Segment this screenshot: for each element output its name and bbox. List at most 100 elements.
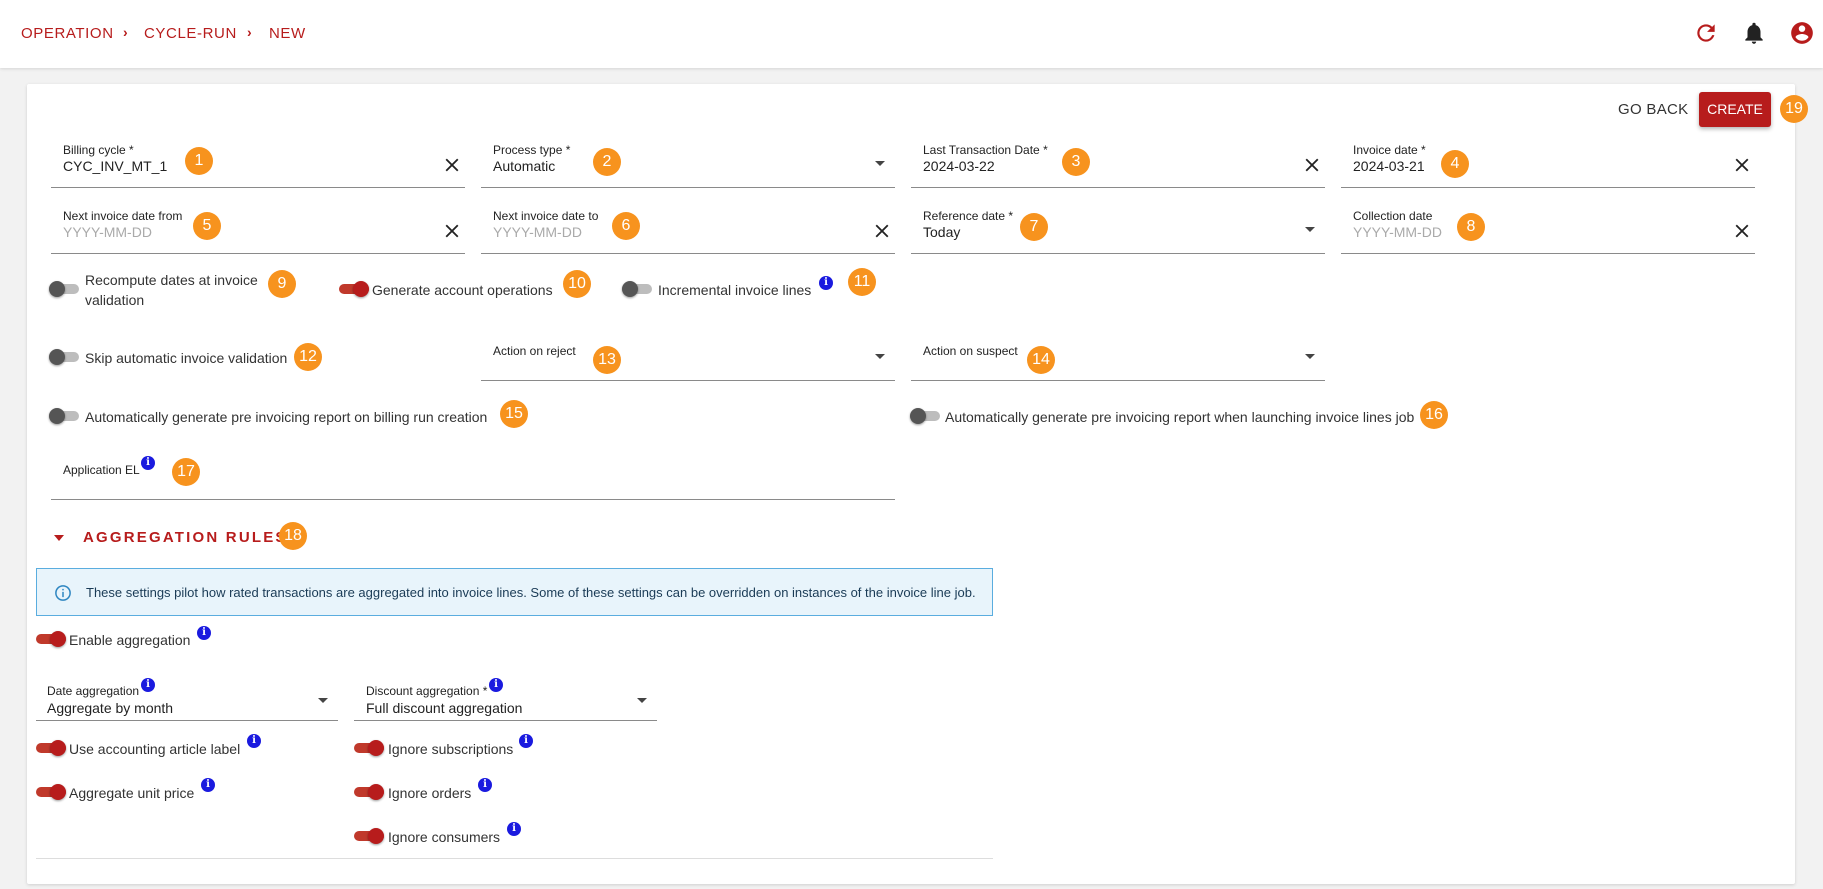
annotation-badge: 19 xyxy=(1780,95,1808,123)
clear-icon[interactable] xyxy=(1731,154,1753,176)
clear-icon[interactable] xyxy=(441,154,463,176)
process-type-select[interactable]: Process type * Automatic xyxy=(481,143,895,188)
discount-aggregation-select[interactable]: Discount aggregation * Full discount agg… xyxy=(354,676,657,721)
annotation-badge: 9 xyxy=(268,270,296,298)
discount-aggregation-value[interactable]: Full discount aggregation xyxy=(366,700,522,716)
ignore-orders-toggle[interactable] xyxy=(354,784,384,800)
info-icon[interactable]: i xyxy=(478,778,492,792)
ignore-subscriptions-label: Ignore subscriptions xyxy=(388,741,514,757)
annotation-badge: 6 xyxy=(612,212,640,240)
incremental-invoice-lines-toggle[interactable] xyxy=(622,281,652,297)
last-transaction-date-value[interactable]: 2024-03-22 xyxy=(923,158,995,174)
billing-cycle-value[interactable]: CYC_INV_MT_1 xyxy=(63,158,167,174)
info-icon[interactable]: i xyxy=(519,734,533,748)
collection-date-placeholder[interactable]: YYYY-MM-DD xyxy=(1353,224,1442,240)
action-on-suspect-select[interactable]: Action on suspect xyxy=(911,336,1325,381)
skip-automatic-invoice-validation-toggle[interactable] xyxy=(49,349,79,365)
bell-icon[interactable] xyxy=(1741,20,1767,46)
annotation-badge: 4 xyxy=(1441,150,1469,178)
last-transaction-date-field[interactable]: Last Transaction Date * 2024-03-22 xyxy=(911,143,1325,188)
annotation-badge: 15 xyxy=(500,400,528,428)
field-label: Discount aggregation * xyxy=(366,684,488,698)
use-accounting-article-label-label: Use accounting article label xyxy=(69,741,241,757)
date-aggregation-select[interactable]: Date aggregation Aggregate by month xyxy=(36,676,338,721)
annotation-badge: 12 xyxy=(294,343,322,371)
ignore-subscriptions-toggle[interactable] xyxy=(354,740,384,756)
account-circle-icon[interactable] xyxy=(1789,20,1815,46)
reference-date-value[interactable]: Today xyxy=(923,224,960,240)
info-icon[interactable]: i xyxy=(247,734,261,748)
next-invoice-date-to-field[interactable]: Next invoice date to YYYY-MM-DD xyxy=(481,209,895,254)
info-outline-icon xyxy=(55,585,71,601)
next-invoice-date-from-placeholder[interactable]: YYYY-MM-DD xyxy=(63,224,152,240)
info-icon[interactable]: i xyxy=(819,276,833,290)
invoice-date-field[interactable]: Invoice date * 2024-03-21 xyxy=(1341,143,1755,188)
dropdown-caret-icon[interactable] xyxy=(637,698,647,703)
aggregation-info-text: These settings pilot how rated transacti… xyxy=(86,585,976,600)
date-aggregation-value[interactable]: Aggregate by month xyxy=(47,700,173,716)
annotation-badge: 13 xyxy=(593,346,621,374)
enable-aggregation-label: Enable aggregation xyxy=(69,632,191,648)
collapse-caret-icon[interactable] xyxy=(54,535,64,541)
info-icon[interactable]: i xyxy=(507,822,521,836)
go-back-button[interactable]: GO BACK xyxy=(1618,101,1688,118)
aggregation-rules-title[interactable]: AGGREGATION RULES xyxy=(83,529,288,546)
breadcrumb-cycle-run[interactable]: CYCLE-RUN xyxy=(144,25,237,42)
info-icon[interactable]: i xyxy=(141,678,155,692)
annotation-badge: 7 xyxy=(1020,213,1048,241)
info-icon[interactable]: i xyxy=(489,678,503,692)
auto-pre-invoicing-invoice-lines-toggle[interactable] xyxy=(910,408,940,424)
clear-icon[interactable] xyxy=(1301,154,1323,176)
aggregate-unit-price-toggle[interactable] xyxy=(36,784,66,800)
section-divider xyxy=(36,858,993,859)
ignore-orders-label: Ignore orders xyxy=(388,785,472,801)
annotation-badge: 11 xyxy=(848,268,876,296)
ignore-consumers-label: Ignore consumers xyxy=(388,829,501,845)
dropdown-caret-icon[interactable] xyxy=(875,161,885,166)
annotation-badge: 16 xyxy=(1420,401,1448,429)
next-invoice-date-to-placeholder[interactable]: YYYY-MM-DD xyxy=(493,224,582,240)
breadcrumb-operation[interactable]: OPERATION xyxy=(21,25,114,42)
ignore-consumers-toggle[interactable] xyxy=(354,828,384,844)
field-label: Application EL xyxy=(63,463,140,477)
annotation-badge: 5 xyxy=(193,212,221,240)
clear-icon[interactable] xyxy=(1731,220,1753,242)
auto-pre-invoicing-billing-run-toggle[interactable] xyxy=(49,408,79,424)
breadcrumb-new: NEW xyxy=(269,25,306,42)
generate-account-operations-toggle[interactable] xyxy=(339,281,369,297)
field-label: Invoice date * xyxy=(1353,143,1426,157)
dropdown-caret-icon[interactable] xyxy=(875,354,885,359)
info-icon[interactable]: i xyxy=(197,626,211,640)
refresh-icon[interactable] xyxy=(1693,20,1719,46)
clear-icon[interactable] xyxy=(871,220,893,242)
invoice-date-value[interactable]: 2024-03-21 xyxy=(1353,158,1425,174)
next-invoice-date-from-field[interactable]: Next invoice date from YYYY-MM-DD xyxy=(51,209,465,254)
field-label: Next invoice date to xyxy=(493,209,599,223)
field-label: Collection date xyxy=(1353,209,1433,223)
process-type-value[interactable]: Automatic xyxy=(493,158,555,174)
reference-date-select[interactable]: Reference date * Today xyxy=(911,209,1325,254)
dropdown-caret-icon[interactable] xyxy=(1305,354,1315,359)
use-accounting-article-label-toggle[interactable] xyxy=(36,740,66,756)
enable-aggregation-toggle[interactable] xyxy=(36,631,66,647)
field-label: Action on suspect xyxy=(923,344,1018,358)
dropdown-caret-icon[interactable] xyxy=(1305,227,1315,232)
recompute-dates-label: Recompute dates at invoice xyxy=(85,272,258,288)
top-bar: OPERATION › CYCLE-RUN › NEW xyxy=(0,0,1823,68)
field-label: Reference date * xyxy=(923,209,1014,223)
info-icon[interactable]: i xyxy=(201,778,215,792)
field-label: Billing cycle * xyxy=(63,143,134,157)
dropdown-caret-icon[interactable] xyxy=(318,698,328,703)
recompute-dates-toggle[interactable] xyxy=(49,281,79,297)
field-label: Action on reject xyxy=(493,344,576,358)
create-button[interactable]: CREATE xyxy=(1699,92,1771,127)
billing-cycle-field[interactable]: Billing cycle * CYC_INV_MT_1 xyxy=(51,143,465,188)
info-icon[interactable]: i xyxy=(141,456,155,470)
field-label: Last Transaction Date * xyxy=(923,143,1048,157)
field-label: Date aggregation xyxy=(47,684,140,698)
collection-date-field[interactable]: Collection date YYYY-MM-DD xyxy=(1341,209,1755,254)
clear-icon[interactable] xyxy=(441,220,463,242)
auto-pre-invoicing-billing-run-label: Automatically generate pre invoicing rep… xyxy=(85,409,488,425)
action-on-reject-select[interactable]: Action on reject xyxy=(481,336,895,381)
field-label: Process type * xyxy=(493,143,571,157)
